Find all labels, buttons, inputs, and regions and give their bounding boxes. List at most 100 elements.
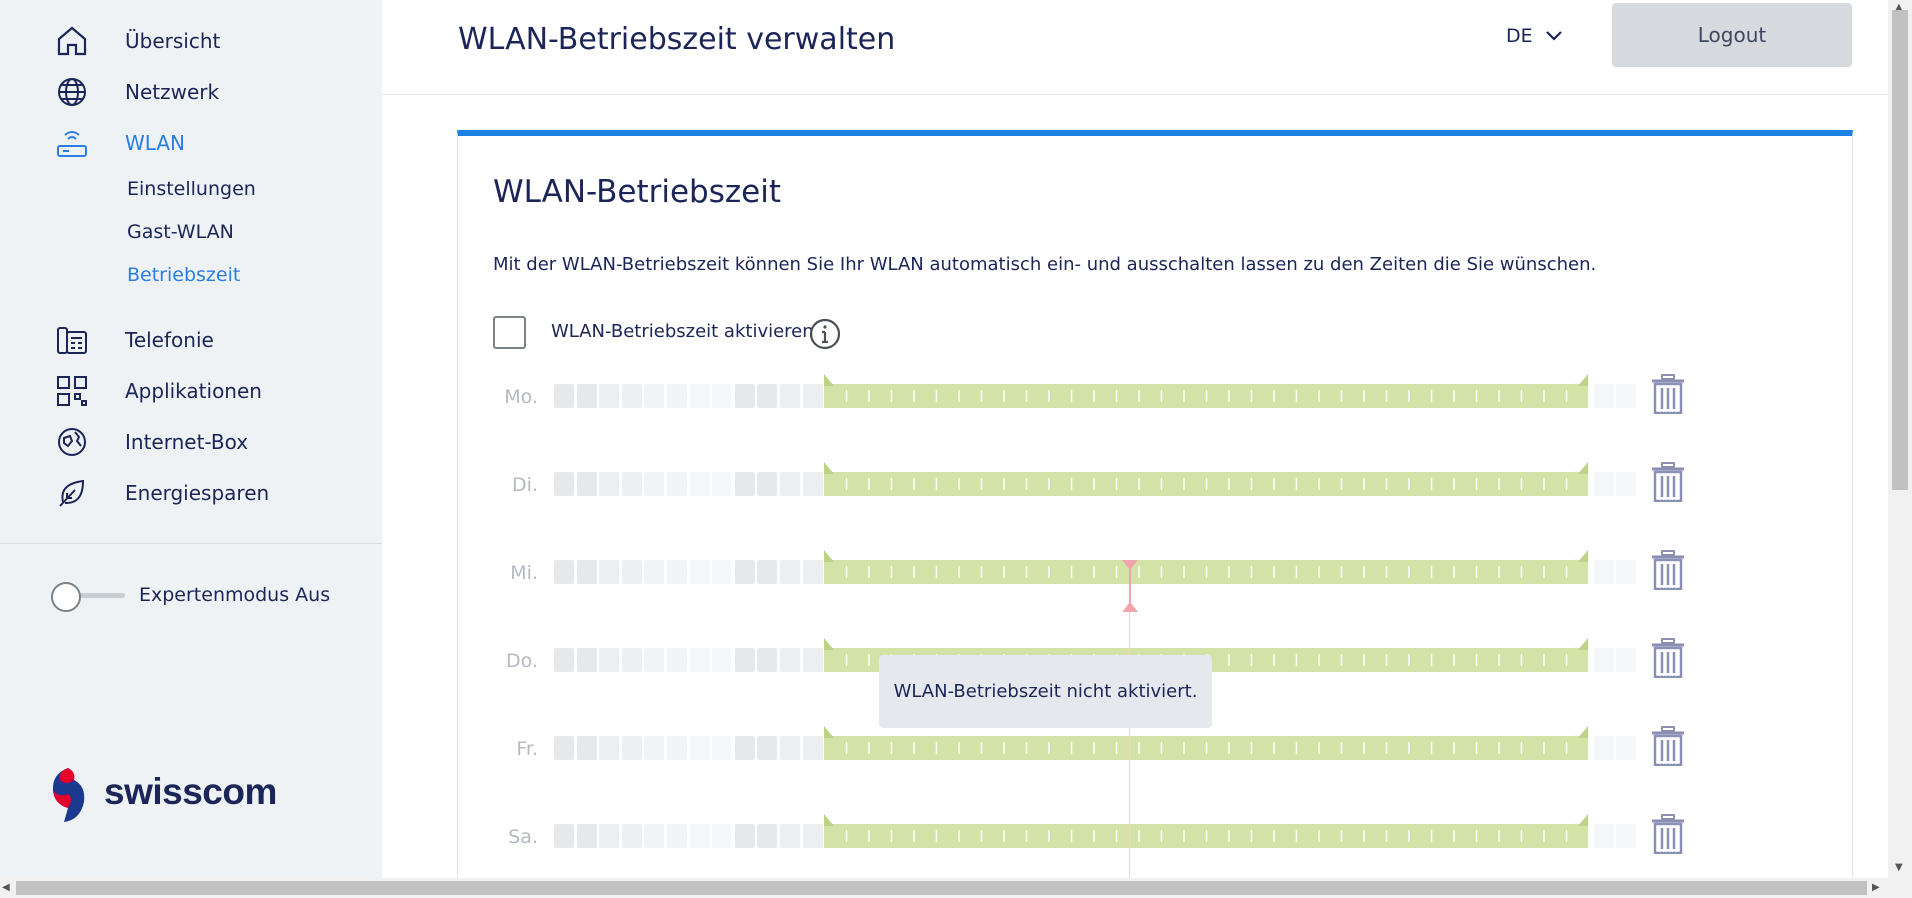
time-slot-cell[interactable]: [780, 560, 800, 584]
nav-item-internet-box[interactable]: Internet-Box: [0, 422, 382, 462]
time-slot-cell[interactable]: [757, 736, 778, 760]
time-slot-cell[interactable]: [712, 736, 733, 760]
time-slot-cell[interactable]: [1616, 736, 1637, 760]
time-slot-cell[interactable]: [576, 472, 597, 496]
logout-button[interactable]: Logout: [1612, 3, 1852, 67]
time-slot-cell[interactable]: [734, 736, 755, 760]
horizontal-scroll-thumb[interactable]: [16, 881, 1867, 895]
bar-handles[interactable]: [824, 548, 1588, 562]
active-time-bar[interactable]: [824, 814, 1588, 848]
time-slot-cell[interactable]: [802, 472, 823, 496]
time-slot-cell[interactable]: [734, 824, 755, 848]
time-slot-cell[interactable]: [576, 824, 597, 848]
time-slot-cell[interactable]: [757, 648, 778, 672]
nav-item-netzwerk[interactable]: Netzwerk: [0, 72, 382, 112]
nav-item-uebersicht[interactable]: Übersicht: [0, 21, 382, 61]
time-slot-cell[interactable]: [734, 648, 755, 672]
time-slot-cell[interactable]: [576, 648, 597, 672]
time-slot-cell[interactable]: [712, 648, 733, 672]
time-slot-cell[interactable]: [689, 736, 710, 760]
time-slot-cell[interactable]: [1616, 824, 1637, 848]
time-slot-cell[interactable]: [712, 472, 733, 496]
trash-icon[interactable]: [1651, 374, 1685, 414]
active-time-bar[interactable]: [824, 550, 1588, 584]
time-slot-cell[interactable]: [554, 472, 574, 496]
trash-icon[interactable]: [1651, 462, 1685, 502]
active-time-bar[interactable]: [824, 374, 1588, 408]
time-slot-cell[interactable]: [554, 384, 574, 408]
sub-item-gast-wlan[interactable]: Gast-WLAN: [127, 221, 234, 243]
vertical-scroll-thumb[interactable]: [1892, 10, 1908, 490]
time-slot-cell[interactable]: [689, 472, 710, 496]
time-slot-cell[interactable]: [1616, 560, 1637, 584]
time-slot-cell[interactable]: [757, 384, 778, 408]
bar-handles[interactable]: [824, 460, 1588, 474]
time-slot-cell[interactable]: [644, 472, 665, 496]
time-slot-cell[interactable]: [712, 384, 733, 408]
expert-mode-toggle[interactable]: [51, 581, 125, 612]
scroll-down-icon[interactable]: ▼: [1895, 862, 1903, 873]
time-slot-cell[interactable]: [599, 472, 620, 496]
time-slot-cell[interactable]: [621, 384, 642, 408]
trash-icon[interactable]: [1651, 726, 1685, 766]
bar-handles[interactable]: [824, 636, 1588, 650]
language-select[interactable]: DE: [1506, 25, 1563, 47]
time-slot-cell[interactable]: [1593, 472, 1614, 496]
time-slot-cell[interactable]: [644, 648, 665, 672]
time-slot-cell[interactable]: [712, 824, 733, 848]
time-slot-cell[interactable]: [644, 824, 665, 848]
time-slot-cell[interactable]: [599, 648, 620, 672]
horizontal-scrollbar[interactable]: ◀ ▶: [0, 878, 1912, 898]
sub-item-einstellungen[interactable]: Einstellungen: [127, 178, 256, 200]
trash-icon[interactable]: [1651, 814, 1685, 854]
time-slot-cell[interactable]: [1616, 472, 1637, 496]
bar-handles[interactable]: [824, 812, 1588, 826]
time-slot-cell[interactable]: [802, 824, 823, 848]
time-slot-cell[interactable]: [621, 472, 642, 496]
time-slot-cell[interactable]: [1593, 560, 1614, 584]
active-time-bar[interactable]: [824, 462, 1588, 496]
trash-icon[interactable]: [1651, 550, 1685, 590]
time-slot-cell[interactable]: [554, 648, 574, 672]
time-slot-cell[interactable]: [757, 560, 778, 584]
time-slot-cell[interactable]: [621, 736, 642, 760]
time-slot-cell[interactable]: [734, 384, 755, 408]
time-slot-cell[interactable]: [1593, 736, 1614, 760]
time-slot-cell[interactable]: [689, 648, 710, 672]
time-slot-cell[interactable]: [576, 736, 597, 760]
time-slot-cell[interactable]: [621, 824, 642, 848]
time-slot-cell[interactable]: [780, 736, 800, 760]
time-slot-cell[interactable]: [712, 560, 733, 584]
time-slot-cell[interactable]: [780, 472, 800, 496]
time-slot-cell[interactable]: [599, 736, 620, 760]
time-slot-cell[interactable]: [554, 560, 574, 584]
time-slot-cell[interactable]: [554, 824, 574, 848]
time-slot-cell[interactable]: [667, 560, 687, 584]
time-slot-cell[interactable]: [621, 648, 642, 672]
time-slot-cell[interactable]: [689, 384, 710, 408]
time-slot-cell[interactable]: [689, 560, 710, 584]
nav-item-applikationen[interactable]: Applikationen: [0, 371, 382, 411]
bar-handles[interactable]: [824, 372, 1588, 386]
sub-item-betriebszeit[interactable]: Betriebszeit: [127, 264, 240, 286]
activate-checkbox[interactable]: [493, 316, 526, 349]
time-slot-cell[interactable]: [554, 736, 574, 760]
scroll-left-icon[interactable]: ◀: [2, 882, 10, 893]
time-slot-cell[interactable]: [644, 560, 665, 584]
time-slot-cell[interactable]: [734, 472, 755, 496]
time-slot-cell[interactable]: [644, 736, 665, 760]
time-slot-cell[interactable]: [802, 384, 823, 408]
vertical-scrollbar[interactable]: ▲ ▼: [1888, 0, 1912, 878]
time-slot-cell[interactable]: [621, 560, 642, 584]
trash-icon[interactable]: [1651, 638, 1685, 678]
time-slot-cell[interactable]: [689, 824, 710, 848]
time-slot-cell[interactable]: [1616, 648, 1637, 672]
time-slot-cell[interactable]: [667, 472, 687, 496]
time-slot-cell[interactable]: [1593, 384, 1614, 408]
nav-item-telefonie[interactable]: Telefonie: [0, 320, 382, 360]
time-slot-cell[interactable]: [599, 560, 620, 584]
time-slot-cell[interactable]: [667, 736, 687, 760]
time-slot-cell[interactable]: [757, 824, 778, 848]
time-slot-cell[interactable]: [1593, 648, 1614, 672]
time-slot-cell[interactable]: [780, 824, 800, 848]
